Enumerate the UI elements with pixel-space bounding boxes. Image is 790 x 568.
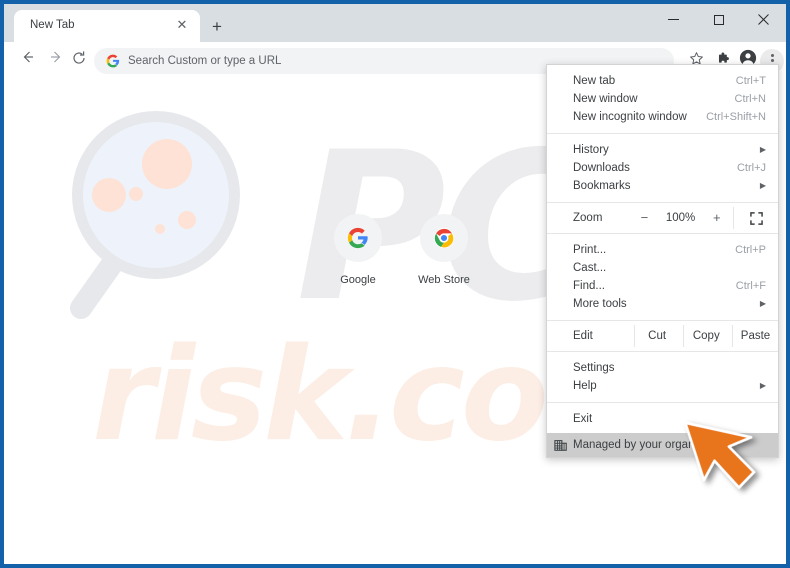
menu-item-label: History [573, 144, 609, 156]
zoom-label: Zoom [573, 212, 603, 224]
menu-item-new-window[interactable]: New window Ctrl+N [547, 90, 778, 108]
menu-item-label: More tools [573, 298, 627, 310]
menu-item-shortcut: Ctrl+P [735, 244, 766, 256]
menu-row-edit: Edit Cut Copy Paste [547, 325, 778, 347]
shortcut-web-store[interactable]: Web Store [408, 214, 480, 286]
menu-item-label: Settings [573, 362, 615, 374]
shortcut-label: Google [340, 274, 376, 286]
browser-tab-new-tab[interactable]: New Tab ✕ [14, 10, 200, 42]
menu-group-browse: History ▶ Downloads Ctrl+J Bookmarks ▶ [547, 138, 778, 198]
menu-item-cast[interactable]: Cast... [547, 259, 778, 277]
forward-button[interactable] [44, 49, 68, 73]
cut-button[interactable]: Cut [633, 325, 680, 347]
menu-item-label: Help [573, 380, 597, 392]
chrome-main-menu: New tab Ctrl+T New window Ctrl+N New inc… [546, 64, 779, 458]
menu-item-more-tools[interactable]: More tools ▶ [547, 295, 778, 313]
shortcut-icon-circle [334, 214, 382, 262]
menu-item-label: New tab [573, 75, 616, 87]
menu-group-tools: Print... Ctrl+P Cast... Find... Ctrl+F M… [547, 238, 778, 316]
copy-button[interactable]: Copy [682, 325, 729, 347]
menu-separator [547, 351, 778, 352]
google-logo-icon [347, 227, 368, 249]
menu-item-label: Exit [573, 413, 593, 425]
new-tab-button[interactable]: + [204, 15, 230, 39]
shortcut-tiles: Google Web Store [322, 214, 482, 294]
back-button[interactable] [16, 49, 40, 73]
google-g-icon [106, 54, 120, 68]
menu-item-shortcut: Ctrl+T [735, 75, 766, 87]
close-window-button[interactable] [741, 4, 786, 34]
menu-item-managed-by-organization[interactable]: Managed by your organization [547, 433, 778, 457]
maximize-button[interactable] [696, 4, 741, 34]
menu-item-label: Find... [573, 280, 605, 292]
menu-item-new-tab[interactable]: New tab Ctrl+T [547, 72, 778, 90]
zoom-out-button[interactable]: − [631, 207, 657, 229]
menu-item-label: Print... [573, 244, 607, 256]
minimize-button[interactable] [651, 4, 696, 34]
chevron-right-icon: ▶ [759, 381, 766, 390]
arrow-left-icon [23, 51, 33, 63]
zoom-in-button[interactable]: + [704, 207, 730, 229]
chevron-right-icon: ▶ [759, 145, 766, 154]
menu-row-zoom: Zoom − 100% + [547, 207, 778, 229]
browser-window: New Tab ✕ + Search Custom or type a URL … [0, 0, 790, 568]
menu-item-label: Managed by your organization [573, 439, 728, 451]
zoom-controls: − 100% + [631, 207, 778, 229]
tab-strip: New Tab ✕ + [4, 4, 786, 42]
menu-item-print[interactable]: Print... Ctrl+P [547, 241, 778, 259]
menu-separator [547, 233, 778, 234]
menu-separator [547, 320, 778, 321]
close-icon [758, 14, 769, 26]
minimize-icon [668, 19, 679, 21]
reload-icon [73, 51, 85, 64]
menu-separator [547, 402, 778, 403]
maximize-icon [713, 14, 724, 25]
menu-item-bookmarks[interactable]: Bookmarks ▶ [547, 177, 778, 195]
menu-item-label: New incognito window [573, 111, 687, 123]
close-tab-icon[interactable]: ✕ [174, 17, 190, 33]
address-bar-placeholder: Search Custom or type a URL [128, 55, 282, 67]
shortcut-label: Web Store [418, 274, 470, 286]
menu-item-help[interactable]: Help ▶ [547, 377, 778, 395]
fullscreen-button[interactable] [733, 207, 778, 229]
menu-item-label: New window [573, 93, 638, 105]
menu-item-shortcut: Ctrl+N [734, 93, 766, 105]
magnifier-illustration [70, 111, 240, 319]
arrow-right-icon [51, 51, 61, 63]
shortcut-icon-circle [420, 214, 468, 262]
menu-item-shortcut: Ctrl+F [735, 280, 766, 292]
menu-group-new: New tab Ctrl+T New window Ctrl+N New inc… [547, 69, 778, 129]
zoom-value: 100% [665, 212, 696, 224]
menu-item-history[interactable]: History ▶ [547, 141, 778, 159]
menu-item-label: Downloads [573, 162, 630, 174]
menu-separator [547, 133, 778, 134]
menu-item-new-incognito-window[interactable]: New incognito window Ctrl+Shift+N [547, 108, 778, 126]
menu-item-label: Bookmarks [573, 180, 631, 192]
fullscreen-icon [749, 212, 763, 225]
reload-button[interactable] [67, 49, 91, 73]
menu-item-settings[interactable]: Settings [547, 359, 778, 377]
paste-button[interactable]: Paste [732, 325, 778, 347]
menu-item-shortcut: Ctrl+Shift+N [706, 111, 766, 123]
menu-item-label: Cast... [573, 262, 607, 274]
menu-group-exit: Exit [547, 407, 778, 433]
menu-item-shortcut: Ctrl+J [736, 162, 766, 174]
organization-building-icon [554, 440, 567, 451]
chevron-right-icon: ▶ [759, 181, 766, 190]
menu-item-downloads[interactable]: Downloads Ctrl+J [547, 159, 778, 177]
menu-group-settings: Settings Help ▶ [547, 356, 778, 398]
menu-item-find[interactable]: Find... Ctrl+F [547, 277, 778, 295]
chrome-logo-icon [433, 227, 455, 249]
menu-separator [547, 202, 778, 203]
shortcut-google[interactable]: Google [322, 214, 394, 286]
edit-label: Edit [573, 330, 593, 342]
edit-actions: Cut Copy Paste [633, 325, 778, 347]
tab-title: New Tab [30, 19, 75, 31]
menu-item-exit[interactable]: Exit [547, 410, 778, 428]
chevron-right-icon: ▶ [759, 299, 766, 308]
